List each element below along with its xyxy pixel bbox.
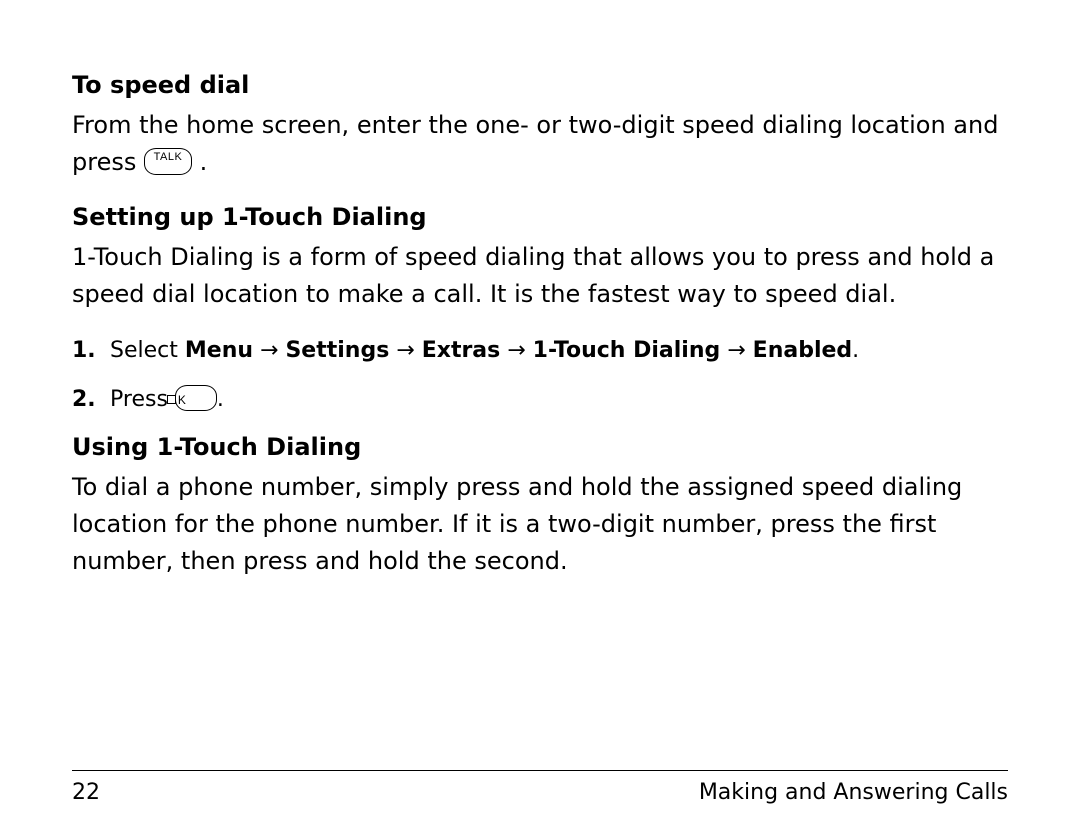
step-2-lead: Press: [110, 387, 175, 412]
menu-path-1touch: 1-Touch Dialing: [533, 338, 721, 363]
page-footer: 22 Making and Answering Calls: [72, 780, 1008, 805]
menu-path-settings: Settings: [285, 338, 389, 363]
page-content: To speed dial From the home screen, ente…: [72, 70, 1008, 600]
step-2-number: 2.: [72, 382, 110, 417]
heading-to-speed-dial: To speed dial: [72, 70, 1008, 101]
talk-key-icon: TALK: [144, 148, 192, 175]
ok-square-icon: [167, 395, 176, 404]
para-using-1touch: To dial a phone number, simply press and…: [72, 469, 1008, 581]
step-2-period: .: [217, 387, 224, 412]
step-2: 2.Press K.: [72, 382, 1008, 417]
page-number: 22: [72, 780, 100, 805]
chapter-title: Making and Answering Calls: [699, 780, 1008, 805]
para-setup-1touch: 1-Touch Dialing is a form of speed diali…: [72, 239, 1008, 313]
heading-using-1touch: Using 1-Touch Dialing: [72, 432, 1008, 463]
arrow-icon: →: [500, 338, 532, 363]
step-1-number: 1.: [72, 333, 110, 368]
para-speed-dial-post: .: [200, 148, 208, 176]
step-1-lead: Select: [110, 338, 185, 363]
menu-path-enabled: Enabled: [753, 338, 853, 363]
arrow-icon: →: [253, 338, 285, 363]
step-1-period: .: [852, 338, 859, 363]
arrow-icon: →: [720, 338, 752, 363]
menu-path-extras: Extras: [422, 338, 501, 363]
ok-letter: K: [178, 394, 187, 408]
heading-setup-1touch: Setting up 1-Touch Dialing: [72, 202, 1008, 233]
para-speed-dial: From the home screen, enter the one- or …: [72, 107, 1008, 181]
footer-rule: [72, 770, 1008, 771]
step-1: 1.Select Menu → Settings → Extras → 1-To…: [72, 333, 1008, 368]
ok-key-icon: K: [175, 385, 217, 411]
para-speed-dial-pre: From the home screen, enter the one- or …: [72, 111, 998, 176]
menu-path-menu: Menu: [185, 338, 253, 363]
arrow-icon: →: [389, 338, 421, 363]
